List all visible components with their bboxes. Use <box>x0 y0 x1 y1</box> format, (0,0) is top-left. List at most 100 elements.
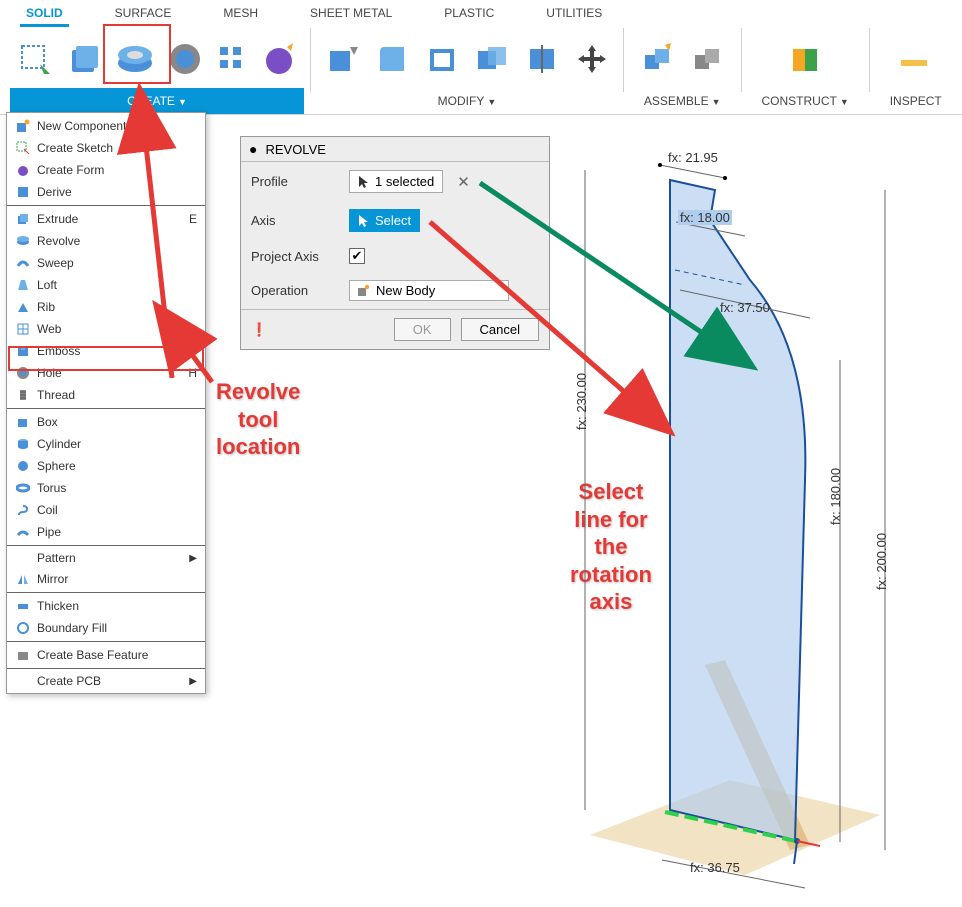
revolve-menu-icon <box>15 233 31 249</box>
menu-sphere[interactable]: Sphere <box>7 455 205 477</box>
create-sketch-icon <box>15 140 31 156</box>
inspect-group-label[interactable]: INSPECT <box>876 88 952 114</box>
box-icon <box>15 414 31 430</box>
cursor-icon <box>358 214 369 228</box>
menu-mirror[interactable]: Mirror <box>7 568 205 590</box>
menu-cylinder[interactable]: Cylinder <box>7 433 205 455</box>
rib-icon <box>15 299 31 315</box>
collapse-icon[interactable]: ● <box>249 141 257 157</box>
menu-boundary-fill[interactable]: Boundary Fill <box>7 617 205 639</box>
cylinder-icon <box>15 436 31 452</box>
ok-button[interactable]: OK <box>394 318 451 341</box>
menu-rib[interactable]: Rib <box>7 296 205 318</box>
tab-utilities[interactable]: UTILITIES <box>540 2 608 27</box>
dialog-header: ● REVOLVE <box>241 137 549 162</box>
fillet-icon[interactable] <box>369 36 415 82</box>
menu-loft[interactable]: Loft <box>7 274 205 296</box>
menu-web[interactable]: Web <box>7 318 205 340</box>
menu-revolve[interactable]: Revolve <box>7 230 205 252</box>
web-icon <box>15 321 31 337</box>
combine-icon[interactable] <box>469 36 515 82</box>
move-icon[interactable] <box>569 36 615 82</box>
create-form-icon <box>15 162 31 178</box>
dialog-title: REVOLVE <box>265 142 325 157</box>
dim-base: fx: 36.75 <box>690 860 740 875</box>
tab-sheet-metal[interactable]: SHEET METAL <box>304 2 398 27</box>
menu-derive[interactable]: Derive <box>7 181 205 203</box>
inspect-icon[interactable] <box>894 42 934 82</box>
press-pull-icon[interactable] <box>319 36 365 82</box>
create-group-label[interactable]: CREATE▼ <box>10 88 304 114</box>
pipe-icon <box>15 524 31 540</box>
split-icon[interactable] <box>519 36 565 82</box>
thread-icon <box>15 387 31 403</box>
annotation-highlight-menu <box>8 346 204 371</box>
assemble-icon-1[interactable] <box>634 36 680 82</box>
thicken-icon <box>15 598 31 614</box>
group-modify: MODIFY▼ <box>317 34 617 114</box>
create-base-icon <box>15 647 31 663</box>
construct-group-label[interactable]: CONSTRUCT▼ <box>747 88 862 114</box>
sphere-icon <box>15 458 31 474</box>
workspace-tabs: SOLID SURFACE MESH SHEET METAL PLASTIC U… <box>0 0 962 27</box>
menu-create-form[interactable]: Create Form <box>7 159 205 181</box>
dim-shoulder: fx: 37.50 <box>720 300 770 315</box>
derive-icon <box>15 184 31 200</box>
menu-thicken[interactable]: Thicken <box>7 595 205 617</box>
dim-height-200: fx: 200.00 <box>874 533 889 590</box>
clear-profile-icon[interactable]: ✕ <box>457 173 470 191</box>
group-inspect: INSPECT <box>876 40 952 114</box>
tab-solid[interactable]: SOLID <box>20 2 69 27</box>
new-component-icon <box>15 118 31 134</box>
menu-box[interactable]: Box <box>7 411 205 433</box>
new-body-icon <box>356 284 370 298</box>
form-icon[interactable] <box>256 36 302 82</box>
annotation-highlight-toolbar <box>103 24 171 84</box>
cursor-icon <box>358 175 369 189</box>
menu-torus[interactable]: Torus <box>7 477 205 499</box>
menu-coil[interactable]: Coil <box>7 499 205 521</box>
shell-icon[interactable] <box>419 36 465 82</box>
extrude-menu-icon <box>15 211 31 227</box>
operation-select[interactable]: New Body <box>349 280 509 301</box>
modify-group-label[interactable]: MODIFY▼ <box>317 88 617 114</box>
project-axis-label: Project Axis <box>251 249 341 264</box>
group-construct: CONSTRUCT▼ <box>747 34 862 114</box>
assemble-icon-2[interactable] <box>684 36 730 82</box>
assemble-group-label[interactable]: ASSEMBLE▼ <box>630 88 735 114</box>
extrude-icon[interactable] <box>62 36 108 82</box>
create-sketch-icon[interactable] <box>12 36 58 82</box>
project-axis-checkbox[interactable]: ✔ <box>349 248 365 264</box>
coil-icon <box>15 502 31 518</box>
construct-plane-icon[interactable] <box>782 36 828 82</box>
dim-top-width: fx: 21.95 <box>668 150 718 165</box>
menu-pipe[interactable]: Pipe <box>7 521 205 543</box>
loft-icon <box>15 277 31 293</box>
torus-icon <box>15 480 31 496</box>
axis-selection[interactable]: Select <box>349 209 420 232</box>
cancel-button[interactable]: Cancel <box>461 318 539 341</box>
pattern-icon[interactable] <box>212 39 252 79</box>
menu-new-component[interactable]: New Component <box>7 115 205 137</box>
operation-label: Operation <box>251 283 341 298</box>
tab-mesh[interactable]: MESH <box>217 2 264 27</box>
revolve-dialog: ● REVOLVE Profile 1 selected ✕ Axis Sele… <box>240 136 550 350</box>
menu-pattern[interactable]: Pattern▶ <box>7 548 205 568</box>
menu-create-pcb[interactable]: Create PCB▶ <box>7 671 205 691</box>
dim-height-230: fx: 230.00 <box>574 373 589 430</box>
group-assemble: ASSEMBLE▼ <box>630 34 735 114</box>
info-icon[interactable]: ❗ <box>251 322 267 338</box>
profile-label: Profile <box>251 174 341 189</box>
mirror-icon <box>15 571 31 587</box>
menu-extrude[interactable]: ExtrudeE <box>7 208 205 230</box>
menu-thread[interactable]: Thread <box>7 384 205 406</box>
menu-create-base[interactable]: Create Base Feature <box>7 644 205 666</box>
tab-plastic[interactable]: PLASTIC <box>438 2 500 27</box>
profile-selection[interactable]: 1 selected <box>349 170 443 193</box>
sketch-viewport[interactable]: fx: 21.95 fx: 18.00 fx: 37.50 fx: 230.00… <box>550 130 950 890</box>
create-dropdown-menu: New Component Create Sketch Create Form … <box>6 112 206 694</box>
annotation-tool-location: Revolvetoollocation <box>216 378 300 461</box>
menu-create-sketch[interactable]: Create Sketch <box>7 137 205 159</box>
menu-sweep[interactable]: Sweep <box>7 252 205 274</box>
boundary-fill-icon <box>15 620 31 636</box>
